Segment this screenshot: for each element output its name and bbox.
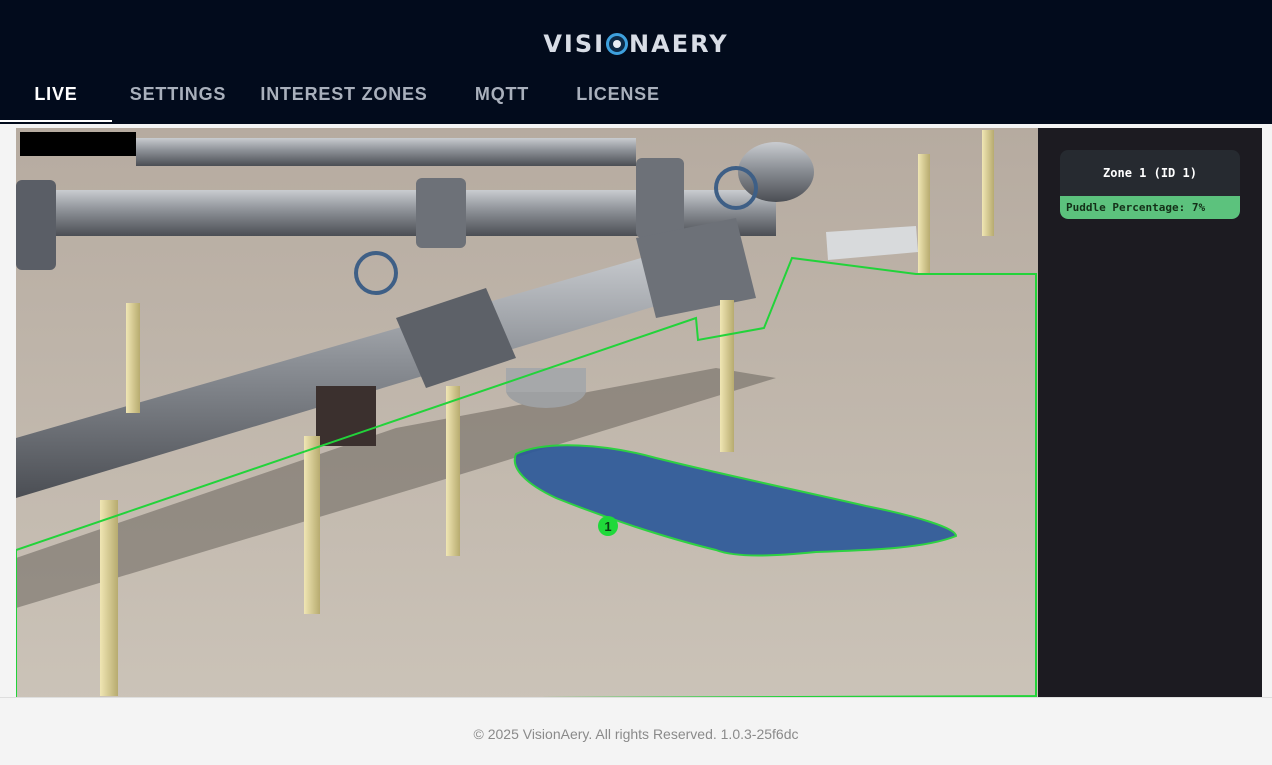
tab-live[interactable]: LIVE <box>0 72 112 122</box>
tab-license[interactable]: LICENSE <box>560 72 676 122</box>
tab-interest-zones[interactable]: INTEREST ZONES <box>244 72 444 122</box>
logo-text-left: VISI <box>543 30 606 58</box>
post <box>126 303 140 413</box>
eye-logo-icon <box>606 33 629 55</box>
live-view: 1 Zone 1 (ID 1) Puddle Percentage: 7% <box>16 128 1262 704</box>
post <box>100 500 118 696</box>
copyright-text: © 2025 VisionAery. All rights Reserved. … <box>473 726 799 742</box>
logo-text-right: NAERY <box>629 30 729 58</box>
back-pipe-upper <box>136 138 636 166</box>
post <box>982 130 994 236</box>
post <box>918 154 930 274</box>
zone-title: Zone 1 (ID 1) <box>1103 166 1197 180</box>
camera-frame: 1 <box>16 128 1038 704</box>
top-header: VISI NAERY LIVE SETTINGS INTEREST ZONES M… <box>0 0 1272 124</box>
puddle-marker-label: 1 <box>604 519 611 534</box>
post <box>720 300 734 452</box>
post <box>446 386 460 556</box>
tab-settings[interactable]: SETTINGS <box>112 72 244 122</box>
zone-card[interactable]: Zone 1 (ID 1) Puddle Percentage: 7% <box>1060 150 1240 219</box>
footer: © 2025 VisionAery. All rights Reserved. … <box>0 697 1272 765</box>
main-nav: LIVE SETTINGS INTEREST ZONES MQTT LICENS… <box>0 72 676 124</box>
app-logo: VISI NAERY <box>0 30 1272 58</box>
tab-mqtt[interactable]: MQTT <box>444 72 560 122</box>
puddle-percentage: Puddle Percentage: 7% <box>1060 196 1240 219</box>
zone-panel: Zone 1 (ID 1) Puddle Percentage: 7% <box>1038 128 1262 704</box>
redaction-box <box>20 132 136 156</box>
post <box>304 436 320 614</box>
camera-feed[interactable]: 1 <box>16 128 1038 704</box>
